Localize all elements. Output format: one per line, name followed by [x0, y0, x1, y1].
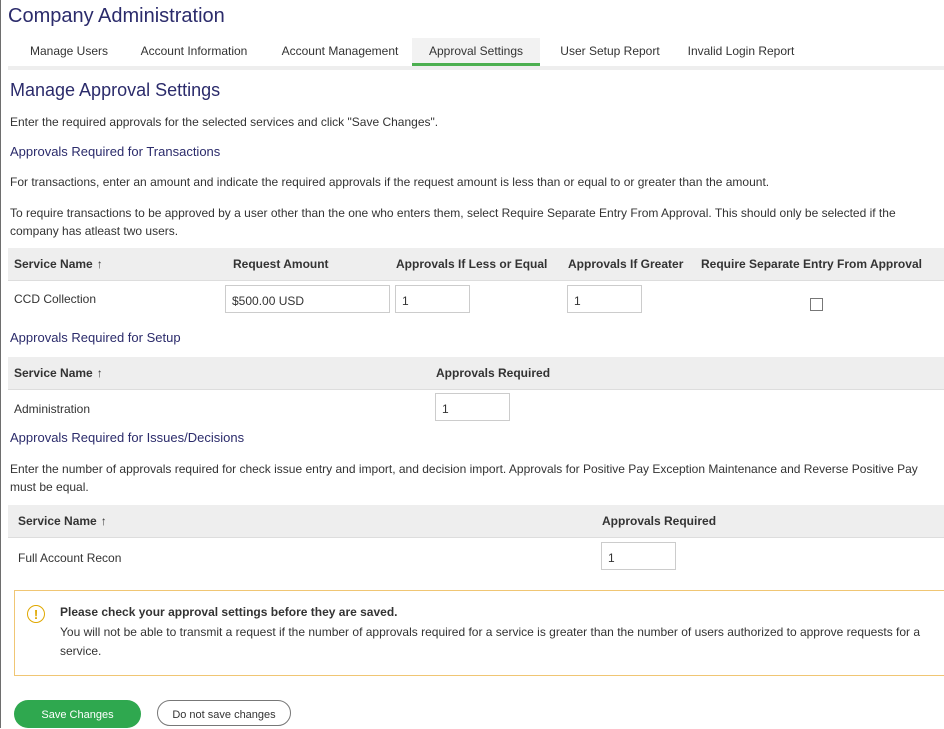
warning-box: ! Please check your approval settings be… [14, 590, 944, 676]
setup-table-header: Service Name ↑ Approvals Required [8, 357, 944, 389]
transactions-desc-2: To require transactions to be approved b… [10, 206, 896, 238]
issues-desc: Enter the number of approvals required f… [10, 462, 918, 494]
tab-manage-users[interactable]: Manage Users [14, 38, 124, 66]
transaction-service-name: CCD Collection [14, 292, 97, 306]
issues-service-name: Full Account Recon [18, 551, 122, 565]
transactions-heading: Approvals Required for Transactions [10, 144, 221, 159]
sort-arrow-icon[interactable]: ↑ [97, 257, 103, 271]
column-approvals-less-equal: Approvals If Less or Equal [396, 257, 548, 271]
tab-invalid-login-report[interactable]: Invalid Login Report [676, 38, 806, 66]
page-title: Company Administration [8, 5, 225, 27]
sort-arrow-icon[interactable]: ↑ [101, 514, 107, 528]
require-separate-entry-checkbox[interactable] [810, 298, 823, 311]
request-amount-field[interactable]: $500.00 USD [225, 285, 390, 313]
transactions-table-header: Service Name ↑ Request Amount Approvals I… [8, 248, 944, 280]
column-approvals-greater: Approvals If Greater [568, 257, 684, 271]
tab-bar: Manage Users Account Information Account… [8, 38, 944, 66]
column-require-separate-entry: Require Separate Entry From Approval [701, 257, 922, 271]
tab-account-information[interactable]: Account Information [128, 38, 260, 66]
row-divider [8, 537, 944, 538]
intro-text: Enter the required approvals for the sel… [10, 115, 439, 129]
setup-heading: Approvals Required for Setup [10, 330, 181, 345]
tab-user-setup-report[interactable]: User Setup Report [548, 38, 672, 66]
tab-divider [8, 66, 944, 70]
column-service-name[interactable]: Service Name ↑ [14, 366, 103, 380]
issues-approvals-field[interactable]: 1 [601, 542, 676, 570]
exclamation-icon: ! [27, 605, 45, 623]
approvals-less-equal-field[interactable]: 1 [395, 285, 470, 313]
column-approvals-required: Approvals Required [436, 366, 551, 380]
warning-body: You will not be able to transmit a reque… [60, 625, 921, 658]
section-title: Manage Approval Settings [10, 80, 221, 100]
warning-title: Please check your approval settings befo… [60, 605, 398, 619]
do-not-save-button[interactable]: Do not save changes [157, 700, 291, 726]
setup-service-name: Administration [14, 402, 91, 416]
row-divider [8, 280, 944, 281]
transactions-desc-1: For transactions, enter an amount and in… [10, 175, 770, 189]
row-divider [8, 389, 944, 390]
save-changes-button[interactable]: Save Changes [14, 700, 141, 728]
column-service-name[interactable]: Service Name ↑ [18, 514, 107, 528]
issues-table-header: Service Name ↑ Approvals Required [8, 505, 944, 537]
column-service-name[interactable]: Service Name ↑ [14, 257, 103, 271]
column-request-amount: Request Amount [233, 257, 329, 271]
sort-arrow-icon[interactable]: ↑ [97, 366, 103, 380]
approvals-greater-field[interactable]: 1 [567, 285, 642, 313]
tab-account-management[interactable]: Account Management [270, 38, 410, 66]
column-approvals-required: Approvals Required [602, 514, 717, 528]
issues-heading: Approvals Required for Issues/Decisions [10, 430, 245, 445]
tab-approval-settings[interactable]: Approval Settings [412, 38, 540, 66]
setup-approvals-field[interactable]: 1 [435, 393, 510, 421]
